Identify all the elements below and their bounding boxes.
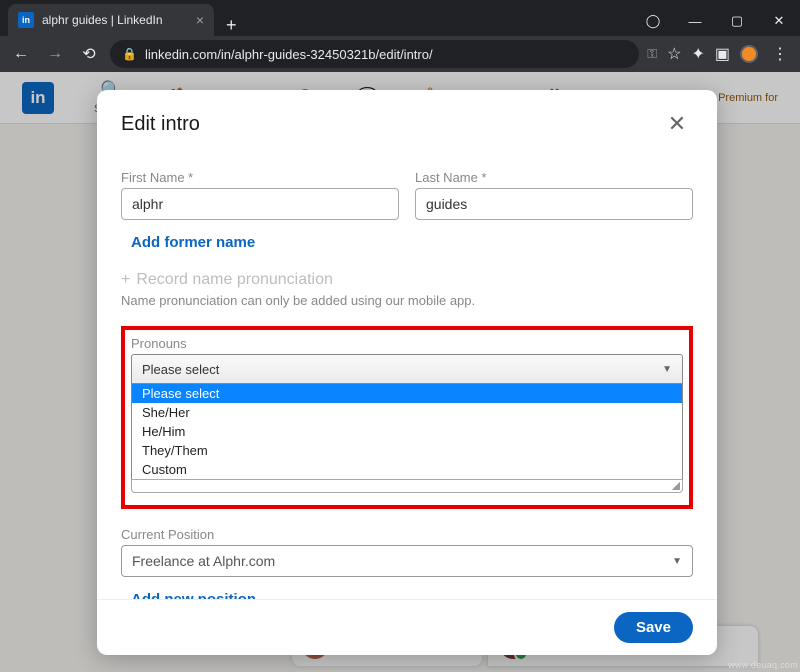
pronouns-label: Pronouns xyxy=(131,336,683,351)
url-text: linkedin.com/in/alphr-guides-32450321b/e… xyxy=(145,47,433,62)
pronoun-option-custom[interactable]: Custom xyxy=(132,460,682,479)
linkedin-favicon: in xyxy=(18,12,34,28)
pronoun-textarea-resize[interactable] xyxy=(131,479,683,493)
back-button[interactable]: ← xyxy=(8,41,34,67)
close-window-button[interactable]: ✕ xyxy=(758,6,800,36)
pronoun-option-please-select[interactable]: Please select xyxy=(132,384,682,403)
browser-tab[interactable]: in alphr guides | LinkedIn × xyxy=(8,4,214,36)
maximize-button[interactable]: ▢ xyxy=(716,6,758,36)
close-icon[interactable]: ✕ xyxy=(661,108,693,140)
key-icon[interactable]: ⚿ xyxy=(647,46,657,62)
caret-down-icon: ▼ xyxy=(662,364,672,375)
reload-button[interactable]: ⟲ xyxy=(76,41,102,67)
add-new-position-link[interactable]: Add new position xyxy=(131,591,693,599)
save-button[interactable]: Save xyxy=(614,612,693,643)
last-name-label: Last Name * xyxy=(415,170,693,185)
watermark: www.deuaq.com xyxy=(728,660,798,670)
record-pronunciation: + Record name pronunciation xyxy=(121,271,693,289)
current-position-label: Current Position xyxy=(121,527,693,542)
cast-icon[interactable]: ▣ xyxy=(715,44,730,64)
last-name-input[interactable] xyxy=(415,188,693,220)
star-icon[interactable]: ☆ xyxy=(667,44,681,64)
first-name-input[interactable] xyxy=(121,188,399,220)
tab-title: alphr guides | LinkedIn xyxy=(42,13,188,27)
pronouns-dropdown: Please select She/Her He/Him They/Them C… xyxy=(131,384,683,480)
tab-close-icon[interactable]: × xyxy=(196,12,204,28)
pronouns-section-highlighted: Pronouns Please select ▼ Please select S… xyxy=(121,326,693,509)
forward-button: → xyxy=(42,41,68,67)
browser-menu-icon[interactable]: ⋮ xyxy=(768,44,792,64)
new-tab-button[interactable]: + xyxy=(214,15,249,36)
pronouns-select[interactable]: Please select ▼ xyxy=(131,354,683,384)
current-position-select[interactable]: Freelance at Alphr.com ▼ xyxy=(121,545,693,577)
profile-avatar[interactable] xyxy=(740,45,758,63)
lock-icon: 🔒 xyxy=(122,47,137,61)
address-bar[interactable]: 🔒 linkedin.com/in/alphr-guides-32450321b… xyxy=(110,40,639,68)
plus-icon: + xyxy=(121,271,130,289)
pronoun-option-they-them[interactable]: They/Them xyxy=(132,441,682,460)
minimize-button[interactable]: — xyxy=(674,6,716,36)
add-former-name-link[interactable]: Add former name xyxy=(131,234,693,251)
pronoun-option-she-her[interactable]: She/Her xyxy=(132,403,682,422)
account-icon[interactable]: ◯ xyxy=(632,6,674,36)
caret-down-icon: ▼ xyxy=(672,556,682,567)
edit-intro-modal: Edit intro ✕ First Name * Last Name * Ad… xyxy=(97,90,717,655)
extensions-icon[interactable]: ✦ xyxy=(691,44,704,64)
first-name-label: First Name * xyxy=(121,170,399,185)
pronunciation-hint: Name pronunciation can only be added usi… xyxy=(121,293,693,308)
pronoun-option-he-him[interactable]: He/Him xyxy=(132,422,682,441)
modal-title: Edit intro xyxy=(121,113,200,136)
